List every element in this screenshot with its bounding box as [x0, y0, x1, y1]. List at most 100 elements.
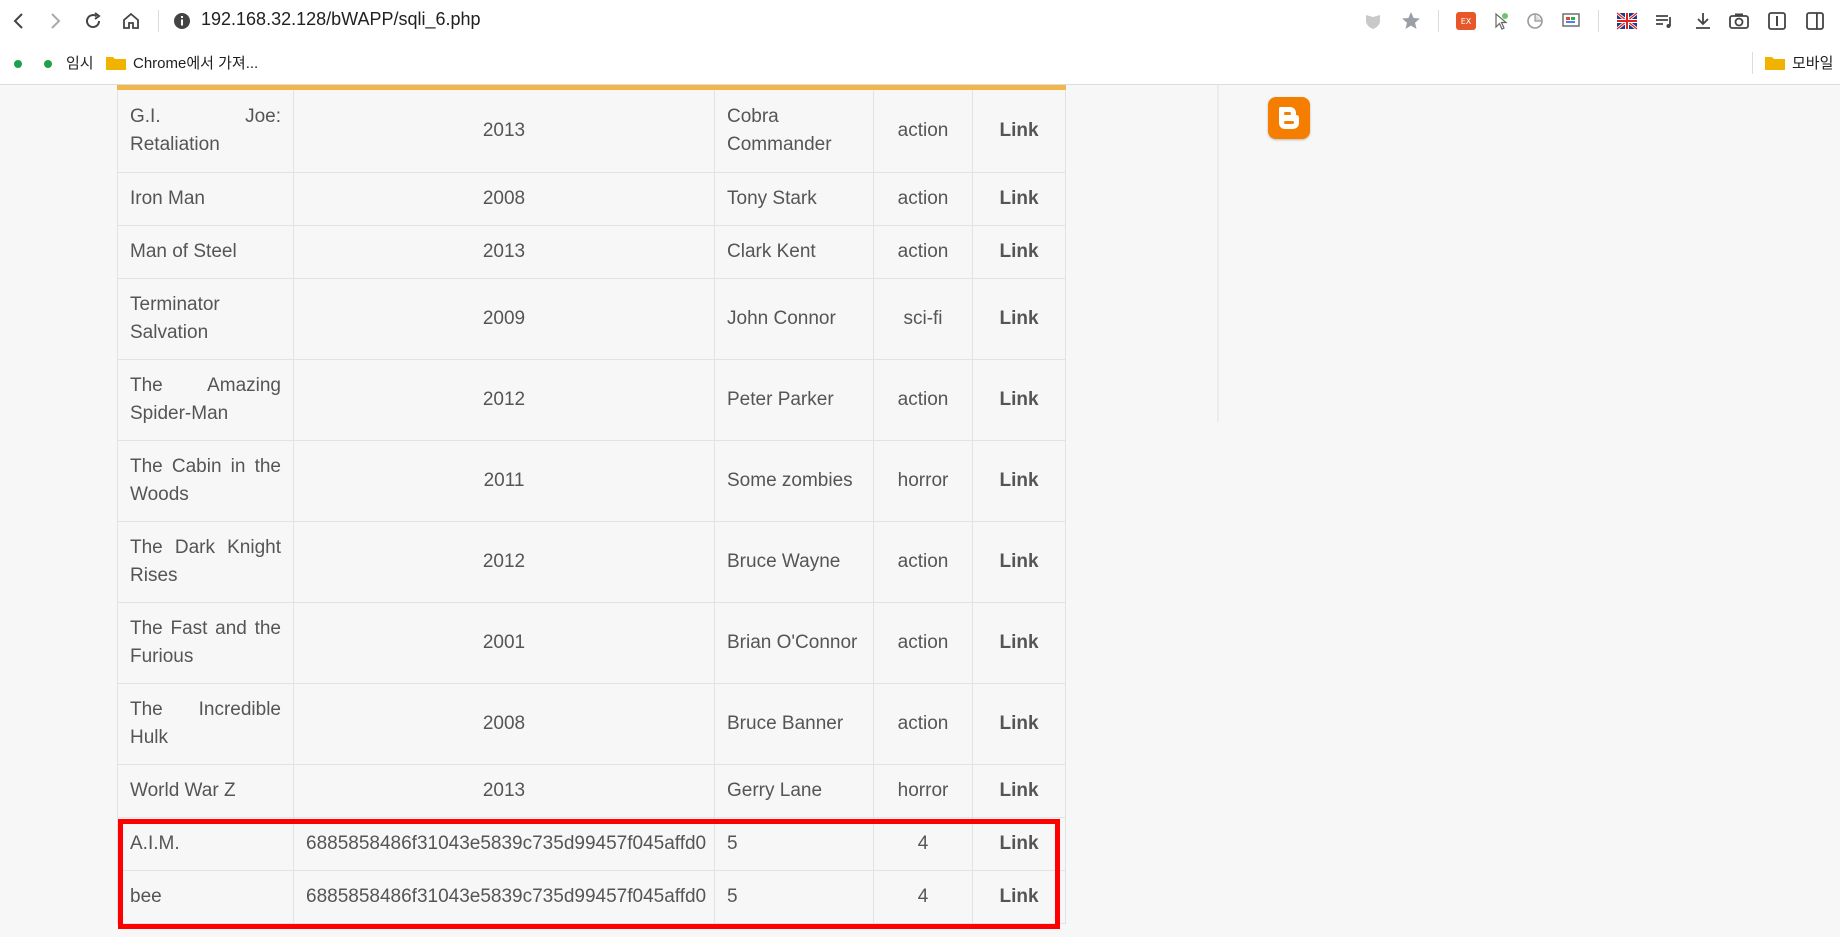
browser-toolbar: 192.168.32.128/bWAPP/sqli_6.php EX — [0, 0, 1840, 42]
table-row: Man of Steel 2013 Clark Kent action Link — [117, 225, 1066, 279]
imdb-link[interactable]: Link — [999, 632, 1038, 653]
movie-title: Iron Man — [117, 172, 294, 226]
address-bar-url[interactable]: 192.168.32.128/bWAPP/sqli_6.php — [201, 9, 481, 30]
movie-genre: horror — [873, 440, 973, 522]
imdb-link[interactable]: Link — [999, 188, 1038, 209]
imdb-link[interactable]: Link — [999, 780, 1038, 801]
cursor-extension-icon[interactable] — [1486, 6, 1516, 36]
folder-icon — [1765, 57, 1785, 70]
movie-release-year: 2012 — [293, 521, 715, 603]
movie-character: Cobra Commander — [714, 87, 874, 173]
movie-character: Some zombies — [714, 440, 874, 522]
movie-title: Terminator Salvation — [117, 278, 294, 360]
page-content: G.I. Joe: Retaliation 2013 Cobra Command… — [0, 85, 1840, 937]
table-row: Terminator Salvation 2009 John Connor sc… — [117, 278, 1066, 360]
toolbar-divider — [1598, 10, 1599, 32]
movie-genre: action — [873, 683, 973, 765]
bookmark-mobile-folder[interactable]: 모바일 — [1792, 52, 1833, 73]
movie-release-year: 2008 — [293, 683, 715, 765]
ex-extension-icon[interactable]: EX — [1451, 6, 1481, 36]
movie-release-year: 2008 — [293, 172, 715, 226]
bookmarks-bar: 임시 Chrome에서 가져... 모바일 — [0, 42, 1840, 85]
movie-genre: action — [873, 87, 973, 173]
movie-title: The Cabin in the Woods — [117, 440, 294, 522]
toolbar-divider — [1438, 10, 1439, 32]
imdb-link[interactable]: Link — [999, 470, 1038, 491]
movie-title: G.I. Joe: Retaliation — [117, 87, 294, 173]
movie-title: The Amazing Spider-Man — [117, 359, 294, 441]
imdb-link-cell: Link — [972, 87, 1066, 173]
movie-release-year: 2013 — [293, 225, 715, 279]
reload-button[interactable] — [78, 6, 108, 36]
imdb-link-cell: Link — [972, 764, 1066, 818]
uk-flag-icon[interactable] — [1612, 6, 1642, 36]
movie-release-year: 2011 — [293, 440, 715, 522]
movie-character: Clark Kent — [714, 225, 874, 279]
table-row: The Fast and the Furious 2001 Brian O'Co… — [117, 602, 1066, 684]
imdb-link[interactable]: Link — [999, 389, 1038, 410]
cast-extension-icon[interactable] — [1556, 6, 1586, 36]
forward-button[interactable] — [40, 6, 70, 36]
bookmark-chrome-import[interactable]: Chrome에서 가져... — [133, 52, 258, 73]
movie-release-year: 2013 — [293, 87, 715, 173]
playlist-icon[interactable] — [1650, 6, 1680, 36]
movie-character: Peter Parker — [714, 359, 874, 441]
movie-genre: action — [873, 602, 973, 684]
camera-icon[interactable] — [1724, 6, 1754, 36]
imdb-link[interactable]: Link — [999, 713, 1038, 734]
table-row: The Dark Knight Rises 2012 Bruce Wayne a… — [117, 521, 1066, 603]
imdb-link-cell: Link — [972, 359, 1066, 441]
reload-icon — [86, 12, 101, 29]
imdb-link-cell: Link — [972, 225, 1066, 279]
movie-title: The Fast and the Furious — [117, 602, 294, 684]
table-row: The Amazing Spider-Man 2012 Peter Parker… — [117, 359, 1066, 441]
home-icon — [123, 12, 139, 29]
imdb-link-cell: Link — [972, 278, 1066, 360]
download-icon[interactable] — [1688, 6, 1718, 36]
table-row: World War Z 2013 Gerry Lane horror Link — [117, 764, 1066, 818]
blogger-icon[interactable] — [1268, 97, 1310, 139]
movies-table: G.I. Joe: Retaliation 2013 Cobra Command… — [117, 85, 1066, 924]
bookmark-dot-icon[interactable] — [44, 60, 52, 68]
movie-character: John Connor — [714, 278, 874, 360]
imdb-link[interactable]: Link — [999, 551, 1038, 572]
back-button[interactable] — [4, 6, 34, 36]
side-panel-icon[interactable] — [1800, 6, 1830, 36]
bookmark-star-icon[interactable] — [1396, 6, 1426, 36]
movie-release-year: 2013 — [293, 764, 715, 818]
bookmark-dot-icon[interactable] — [14, 60, 22, 68]
movie-genre: sci-fi — [873, 278, 973, 360]
highlight-box — [118, 819, 1060, 929]
movies-table-wrapper: G.I. Joe: Retaliation 2013 Cobra Command… — [117, 85, 1066, 924]
movie-genre: action — [873, 225, 973, 279]
movie-character: Gerry Lane — [714, 764, 874, 818]
movie-genre: action — [873, 521, 973, 603]
table-row: Iron Man 2008 Tony Stark action Link — [117, 172, 1066, 226]
movie-genre: action — [873, 359, 973, 441]
table-row: The Cabin in the Woods 2011 Some zombies… — [117, 440, 1066, 522]
movie-title: The Dark Knight Rises — [117, 521, 294, 603]
reader-mode-icon[interactable] — [1762, 6, 1792, 36]
imdb-link[interactable]: Link — [999, 308, 1038, 329]
movie-character: Tony Stark — [714, 172, 874, 226]
movie-character: Bruce Banner — [714, 683, 874, 765]
arrow-left-icon — [13, 13, 23, 29]
movie-title: Man of Steel — [117, 225, 294, 279]
mouse-extension-icon[interactable] — [1520, 6, 1550, 36]
imdb-link[interactable]: Link — [999, 241, 1038, 262]
movie-genre: action — [873, 172, 973, 226]
imdb-link[interactable]: Link — [999, 120, 1038, 141]
bookmark-temp[interactable]: 임시 — [66, 52, 94, 73]
home-button[interactable] — [116, 6, 146, 36]
movie-release-year: 2009 — [293, 278, 715, 360]
arrow-right-icon — [51, 13, 61, 29]
movie-release-year: 2012 — [293, 359, 715, 441]
site-info-icon[interactable] — [172, 11, 192, 31]
imdb-link-cell: Link — [972, 521, 1066, 603]
bookmarks-divider — [1752, 52, 1753, 74]
movie-genre: horror — [873, 764, 973, 818]
imdb-link-cell: Link — [972, 683, 1066, 765]
shield-extension-icon[interactable] — [1358, 6, 1388, 36]
svg-text:EX: EX — [1461, 17, 1472, 26]
movie-character: Brian O'Connor — [714, 602, 874, 684]
